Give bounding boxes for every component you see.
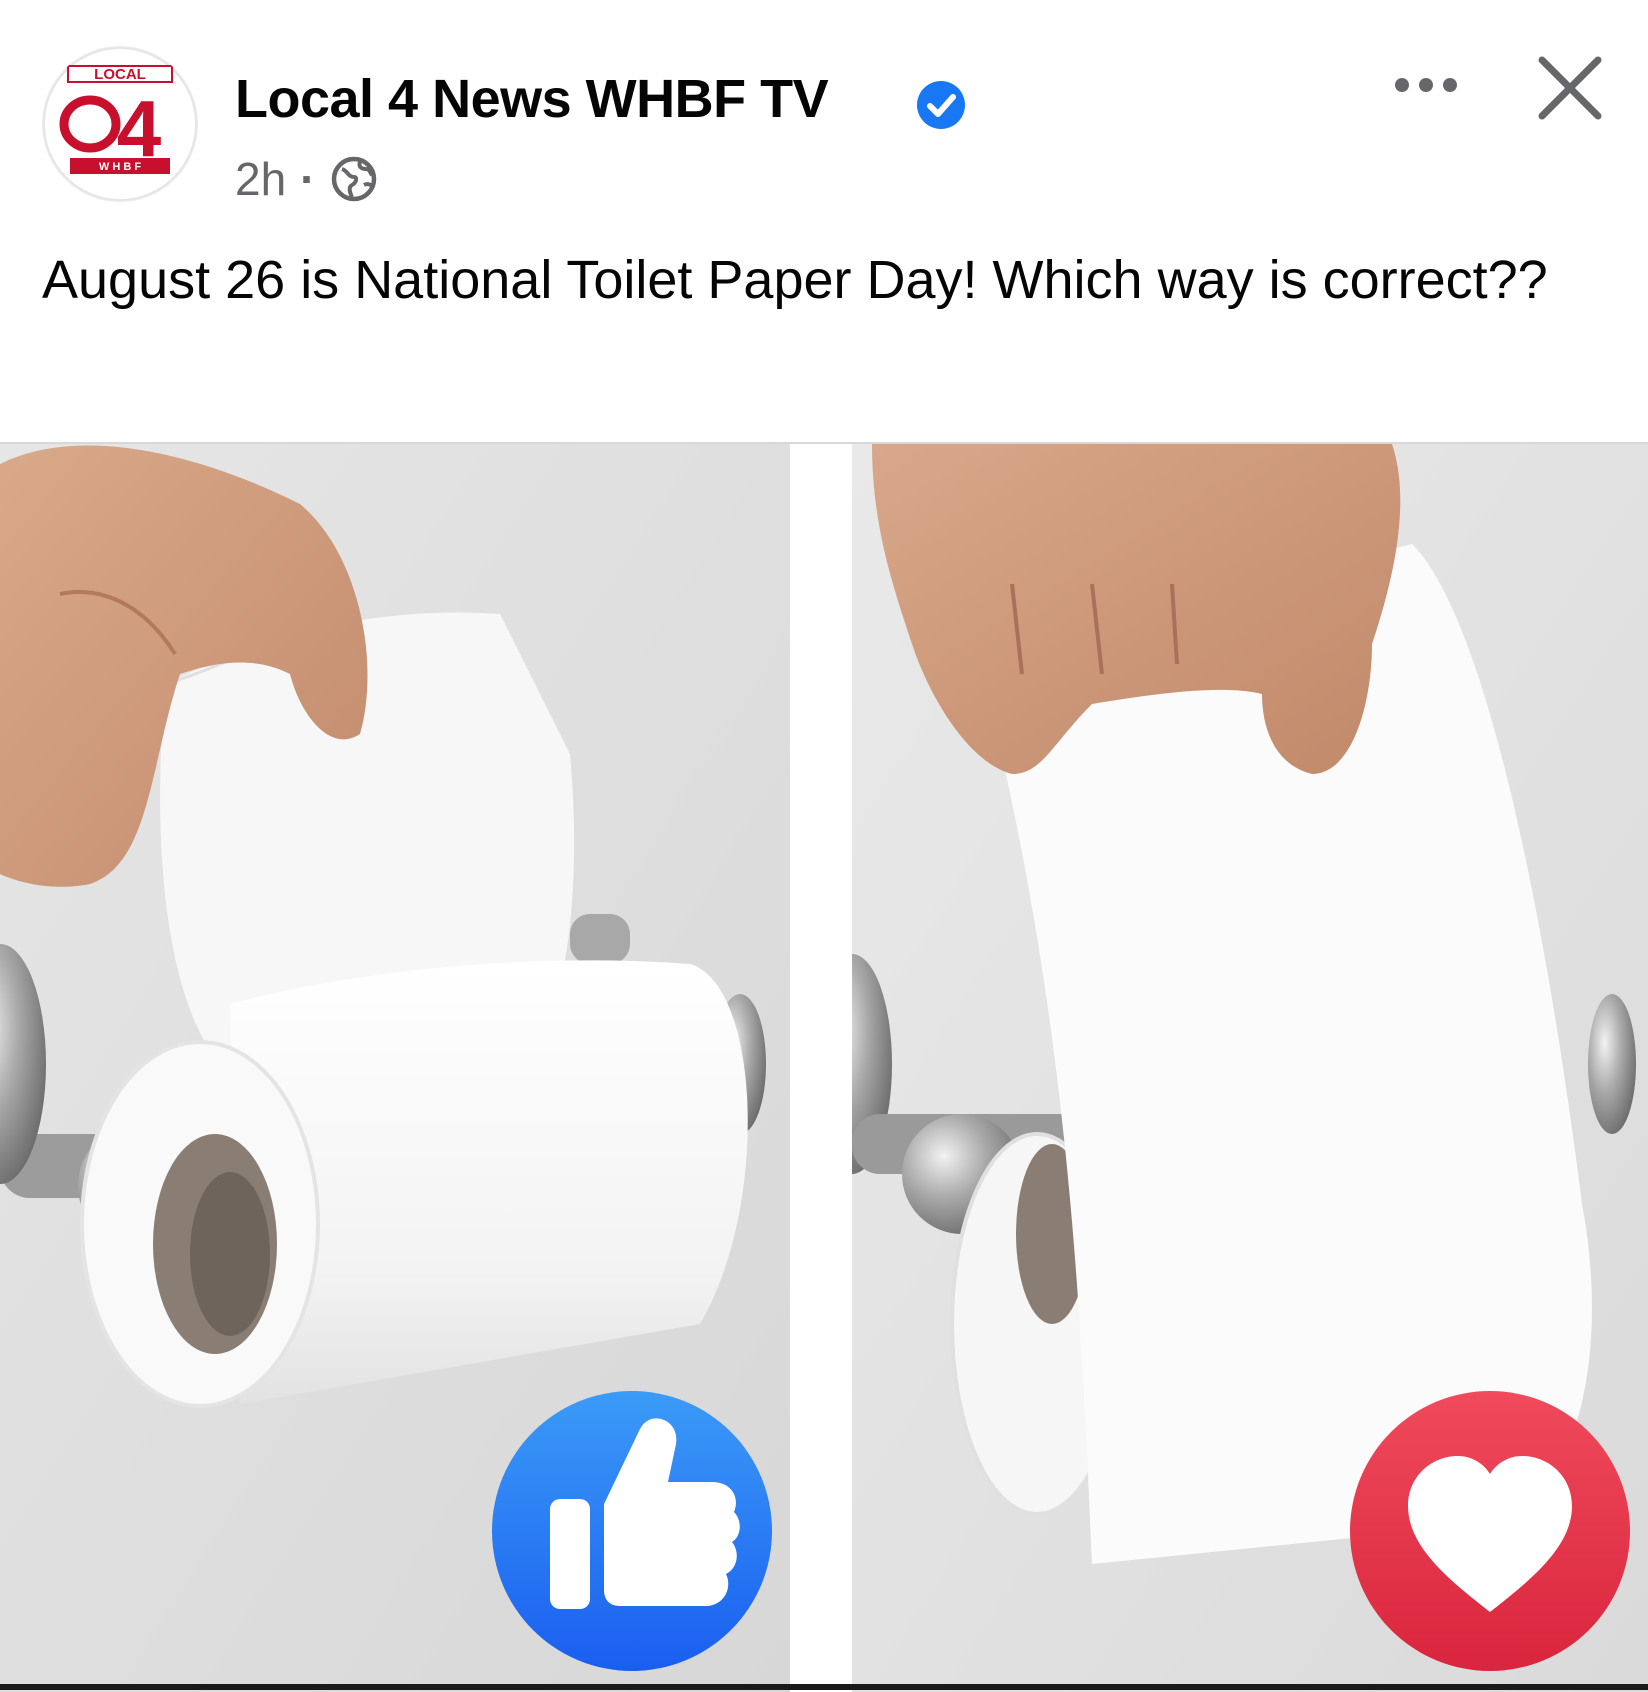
photo-option-over <box>0 444 790 1692</box>
page-avatar[interactable]: LOCAL 4 W H B F <box>42 46 198 202</box>
page-name[interactable]: Local 4 News WHBF TV <box>235 68 829 130</box>
post-timestamp[interactable]: 2h <box>235 152 286 206</box>
meta-separator: · <box>300 153 316 205</box>
station-logo: LOCAL 4 W H B F <box>43 47 197 201</box>
globe-icon[interactable] <box>330 155 378 203</box>
like-reaction-icon <box>492 1391 772 1671</box>
logo-bottom-text: W H B F <box>99 161 141 173</box>
post-meta: 2h · <box>235 152 378 206</box>
post-header: LOCAL 4 W H B F Local 4 News WHBF TV 2h … <box>0 0 1648 440</box>
verified-badge-icon <box>917 81 965 129</box>
toilet-paper-under-illustration <box>852 444 1648 1692</box>
bottom-edge-bar <box>0 1684 1648 1690</box>
photo-option-under <box>852 444 1648 1692</box>
toilet-paper-over-illustration <box>0 444 790 1692</box>
love-reaction-icon <box>1350 1391 1630 1671</box>
more-options-icon[interactable] <box>1388 60 1464 110</box>
close-icon[interactable] <box>1532 50 1608 126</box>
logo-top-text: LOCAL <box>94 66 146 83</box>
post-photo[interactable] <box>0 442 1648 1692</box>
post-caption: August 26 is National Toilet Paper Day! … <box>42 250 1548 310</box>
